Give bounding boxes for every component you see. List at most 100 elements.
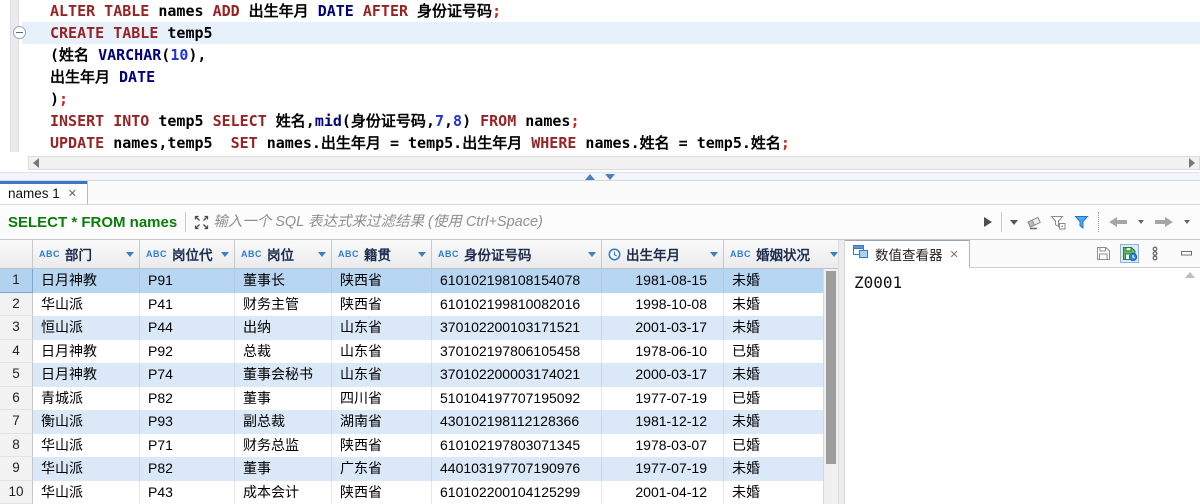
table-row[interactable]: 3 恒山派 P44 出纳 山东省 370102200103171521 2001-03-17… (0, 316, 838, 340)
grid-cell[interactable]: P43 (140, 480, 235, 504)
scroll-up-icon[interactable] (1185, 272, 1195, 278)
custom-filter-expand-icon[interactable] (194, 215, 209, 230)
grid-cell[interactable]: 董事 (235, 386, 332, 410)
grid-cell[interactable]: P92 (140, 339, 235, 363)
grid-cell[interactable]: 陕西省 (332, 480, 432, 504)
grid-cell[interactable]: 未婚 (724, 481, 838, 504)
scroll-left-icon[interactable] (33, 158, 39, 168)
grid-cell[interactable]: 2001-03-17 (602, 316, 724, 340)
erase-filter-icon[interactable] (1026, 215, 1042, 230)
grid-cell[interactable]: 610102199810082016 (432, 292, 602, 316)
table-row[interactable]: 10 华山派 P43 成本会计 陕西省 610102200104125299 2001-04… (0, 480, 838, 504)
panel-splitter[interactable] (838, 240, 845, 504)
grid-cell[interactable]: 日月神教 (33, 363, 140, 387)
grid-cell[interactable]: 山东省 (332, 339, 432, 363)
grid-cell[interactable]: 山东省 (332, 363, 432, 387)
grid-cell[interactable]: 1981-12-12 (602, 410, 724, 434)
filter-enabled-icon[interactable] (1074, 215, 1089, 230)
remove-filter-icon[interactable] (1050, 215, 1066, 230)
table-row[interactable]: 8 华山派 P71 财务总监 陕西省 610102197803071345 1978-03-… (0, 433, 838, 458)
grid-cell[interactable]: 山东省 (332, 316, 432, 340)
grid-cell[interactable]: 董事会秘书 (235, 363, 332, 387)
grid-cell[interactable]: 日月神教 (33, 339, 140, 363)
grid-cell[interactable]: 2000-03-17 (602, 363, 724, 387)
row-number[interactable]: 7 (0, 410, 33, 434)
row-number[interactable]: 9 (0, 457, 33, 481)
column-header[interactable]: ABC 部门 (33, 240, 140, 268)
grid-cell[interactable]: 1977-07-19 (602, 457, 724, 481)
column-header[interactable]: ABC 身份证号码 (432, 240, 602, 268)
grid-cell[interactable]: P91 (140, 269, 235, 293)
table-row[interactable]: 2 华山派 P41 财务主管 陕西省 610102199810082016 1998-10-… (0, 292, 838, 317)
editor-results-splitter[interactable] (0, 172, 1200, 181)
column-header[interactable]: ABC 婚姻状况 (724, 240, 838, 268)
grid-cell[interactable]: 已婚 (724, 340, 838, 364)
grid-cell[interactable]: 成本会计 (235, 480, 332, 504)
grid-cell[interactable]: 440103197707190976 (432, 457, 602, 481)
grid-cell[interactable]: 未婚 (724, 293, 838, 317)
column-filter-caret-icon[interactable] (126, 251, 134, 257)
next-page-menu-icon[interactable] (1182, 220, 1192, 224)
grid-cell[interactable]: 未婚 (724, 316, 838, 340)
grid-cell[interactable]: P44 (140, 316, 235, 340)
column-filter-caret-icon[interactable] (418, 251, 426, 257)
column-filter-caret-icon[interactable] (221, 251, 229, 257)
grid-cell[interactable]: 370102197806105458 (432, 339, 602, 363)
close-icon[interactable]: ✕ (68, 187, 77, 200)
row-number[interactable]: 1 (0, 269, 33, 293)
sql-editor[interactable]: ALTER TABLE names ADD 出生年月 DATE AFTER 身份… (0, 0, 1200, 172)
row-number[interactable]: 4 (0, 339, 33, 363)
grid-cell[interactable]: P41 (140, 292, 235, 316)
prev-page-icon[interactable] (1108, 216, 1128, 228)
grid-cell[interactable]: 610102198108154078 (432, 269, 602, 293)
grid-cell[interactable]: 370102200103171521 (432, 316, 602, 340)
grid-cell[interactable]: 华山派 (33, 457, 140, 481)
grid-cell[interactable]: 副总裁 (235, 410, 332, 434)
grid-cell[interactable]: 财务总监 (235, 433, 332, 457)
table-row[interactable]: 4 日月神教 P92 总裁 山东省 370102197806105458 1978-06-1… (0, 339, 838, 364)
grid-cell[interactable]: 四川省 (332, 386, 432, 410)
scroll-right-icon[interactable] (1189, 158, 1195, 168)
grid-cell[interactable]: 衡山派 (33, 410, 140, 434)
scrollbar-thumb[interactable] (826, 271, 836, 464)
grid-cell[interactable]: 陕西省 (332, 292, 432, 316)
column-filter-caret-icon[interactable] (710, 251, 718, 257)
grid-cell[interactable]: 广东省 (332, 457, 432, 481)
column-header[interactable]: ABC 岗位 (235, 240, 332, 268)
code-line[interactable]: ALTER TABLE names ADD 出生年月 DATE AFTER 身份… (22, 0, 1200, 22)
row-number[interactable]: 5 (0, 363, 33, 387)
grid-cell[interactable]: 陕西省 (332, 269, 432, 293)
row-number[interactable]: 2 (0, 292, 33, 316)
grid-cell[interactable]: 510104197707195092 (432, 386, 602, 410)
grid-cell[interactable]: 1978-06-10 (602, 339, 724, 363)
grid-cell[interactable]: 华山派 (33, 480, 140, 504)
row-number[interactable]: 10 (0, 480, 33, 504)
code-line[interactable]: CREATE TABLE temp5 (13, 22, 1200, 44)
row-number[interactable]: 8 (0, 433, 33, 457)
grid-cell[interactable]: 2001-04-12 (602, 480, 724, 504)
column-header[interactable]: ABC 岗位代 (140, 240, 235, 268)
fold-collapse-icon[interactable] (13, 26, 26, 39)
table-row[interactable]: 6 青城派 P82 董事 四川省 510104197707195092 1977-07-19… (0, 386, 838, 411)
save-value-icon[interactable] (1094, 244, 1113, 263)
grid-cell[interactable]: 董事长 (235, 269, 332, 293)
table-row[interactable]: 5 日月神教 P74 董事会秘书 山东省 370102200003174021 2000-0… (0, 363, 838, 387)
expand-down-icon[interactable] (605, 173, 615, 180)
value-viewer-content[interactable]: Z0001 (845, 268, 1200, 504)
grid-cell[interactable]: 日月神教 (33, 269, 140, 293)
grid-cell[interactable]: 未婚 (724, 269, 838, 293)
grid-cell[interactable]: P82 (140, 457, 235, 481)
grid-cell[interactable]: 财务主管 (235, 292, 332, 316)
code-area[interactable]: ALTER TABLE names ADD 出生年月 DATE AFTER 身份… (0, 0, 1200, 154)
filter-input[interactable] (213, 214, 979, 230)
grid-cell[interactable]: 430102198112128366 (432, 410, 602, 434)
grid-vscrollbar[interactable] (823, 269, 838, 504)
row-number-header[interactable] (0, 240, 33, 268)
row-number[interactable]: 6 (0, 386, 33, 410)
grid-cell[interactable]: 已婚 (724, 387, 838, 411)
grid-cell[interactable]: 恒山派 (33, 316, 140, 340)
grid-cell[interactable]: 华山派 (33, 433, 140, 457)
next-page-icon[interactable] (1154, 216, 1174, 228)
grid-cell[interactable]: 已婚 (724, 434, 838, 458)
grid-cell[interactable]: 未婚 (724, 363, 838, 387)
